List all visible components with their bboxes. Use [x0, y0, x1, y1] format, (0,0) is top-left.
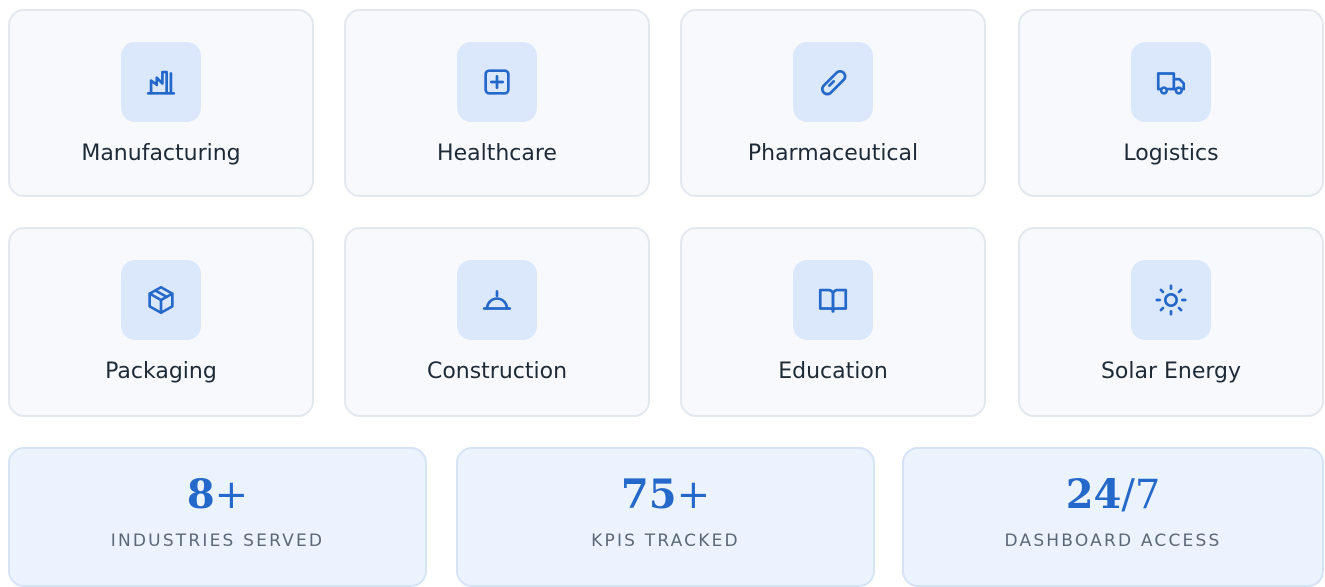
medical-icon-tile	[457, 42, 537, 122]
medical-plus-icon	[484, 69, 510, 95]
industry-label: Healthcare	[437, 141, 557, 166]
stat-card-industries: 8+ INDUSTRIES SERVED	[8, 447, 427, 587]
stat-number: 75	[620, 471, 677, 518]
industry-label: Solar Energy	[1100, 359, 1242, 384]
hard-hat-icon-tile	[457, 260, 537, 340]
industry-label: Manufacturing	[81, 141, 241, 166]
pill-icon	[821, 70, 847, 96]
industry-card-construction[interactable]: Construction	[344, 227, 650, 417]
stat-number: 24	[1065, 471, 1122, 518]
industry-label: Logistics	[1123, 141, 1219, 166]
industry-label: Construction	[426, 359, 568, 384]
industry-label: Education	[778, 359, 888, 384]
industry-card-logistics[interactable]: Logistics	[1018, 9, 1324, 197]
stat-label: KPIS TRACKED	[591, 531, 740, 551]
stat-suffix: +	[214, 472, 249, 518]
industry-label: Pharmaceutical	[747, 141, 919, 166]
industry-card-solar-energy[interactable]: Solar Energy	[1018, 227, 1324, 417]
stat-value: 75+	[458, 472, 873, 518]
stat-suffix: +	[676, 472, 711, 518]
stat-value: 24/7	[904, 472, 1322, 518]
sun-icon	[1155, 284, 1187, 316]
stat-value: 8+	[10, 472, 425, 518]
sun-icon-tile	[1131, 260, 1211, 340]
industry-card-education[interactable]: Education	[680, 227, 986, 417]
industry-card-manufacturing[interactable]: Manufacturing	[8, 9, 314, 197]
industry-card-pharmaceutical[interactable]: Pharmaceutical	[680, 9, 986, 197]
truck-icon	[1156, 72, 1186, 95]
stat-suffix: /7	[1121, 472, 1161, 518]
book-icon-tile	[793, 260, 873, 340]
hard-hat-icon	[482, 290, 512, 310]
industry-label: Packaging	[105, 359, 217, 384]
book-icon	[818, 288, 848, 313]
stat-label: DASHBOARD ACCESS	[1004, 531, 1222, 551]
package-icon	[148, 285, 174, 315]
package-icon-tile	[121, 260, 201, 340]
stat-card-kpis: 75+ KPIS TRACKED	[456, 447, 875, 587]
stat-label: INDUSTRIES SERVED	[110, 531, 325, 551]
pill-icon-tile	[793, 42, 873, 122]
factory-icon-tile	[121, 42, 201, 122]
industry-card-packaging[interactable]: Packaging	[8, 227, 314, 417]
stat-number: 8	[186, 471, 215, 518]
industry-card-healthcare[interactable]: Healthcare	[344, 9, 650, 197]
factory-icon	[146, 70, 176, 95]
truck-icon-tile	[1131, 42, 1211, 122]
stat-card-dashboard-access: 24/7 DASHBOARD ACCESS	[902, 447, 1324, 587]
